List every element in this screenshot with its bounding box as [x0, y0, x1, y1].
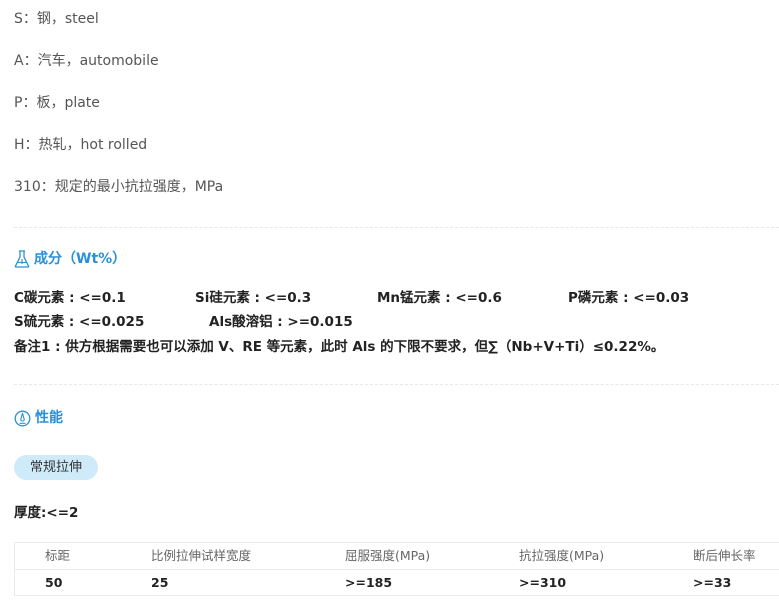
- abbr-plate: P：板，plate: [14, 95, 100, 111]
- composition-title: 成分（Wt%）: [34, 251, 127, 267]
- composition-heading: 成分（Wt%）: [14, 249, 126, 269]
- abbr-tensile-strength: 310：规定的最小抗拉强度，MPa: [14, 179, 224, 195]
- element-acid-soluble-aluminum: Als酸溶铝 : >=0.015: [209, 314, 353, 330]
- composition-note: 备注1 : 供方根据需要也可以添加 V、RE 等元素，此时 Als 的下限不要求…: [14, 339, 665, 355]
- table-row: 50 25 >=185 >=310 >=33: [15, 570, 779, 596]
- divider: [14, 227, 779, 228]
- element-phosphorus: P磷元素 : <=0.03: [568, 290, 690, 306]
- column-header: 屈服强度(MPa): [345, 548, 431, 563]
- element-manganese: Mn锰元素 : <=0.6: [377, 290, 502, 306]
- column-header: 抗拉强度(MPa): [519, 548, 605, 563]
- element-sulfur: S硫元素 : <=0.025: [14, 314, 145, 330]
- tab-tensile-test[interactable]: 常规拉伸: [14, 455, 98, 480]
- column-header: 标距: [45, 548, 71, 563]
- gauge-icon: [14, 410, 31, 426]
- thickness-label: 厚度:<=2: [14, 505, 79, 521]
- tensile-table: 标距 比例拉伸试样宽度 屈服强度(MPa) 抗拉强度(MPa) 断后伸长率 50…: [14, 542, 779, 596]
- element-silicon: Si硅元素 : <=0.3: [195, 290, 312, 306]
- table-cell: >=185: [345, 575, 393, 590]
- table-cell: >=310: [519, 575, 567, 590]
- abbr-hot-rolled: H：热轧，hot rolled: [14, 137, 148, 153]
- column-header: 断后伸长率: [693, 548, 756, 563]
- abbr-steel: S：钢，steel: [14, 11, 99, 27]
- table-cell: 50: [45, 575, 63, 590]
- column-header: 比例拉伸试样宽度: [151, 548, 252, 563]
- abbr-automobile: A：汽车，automobile: [14, 53, 159, 69]
- table-header-row: 标距 比例拉伸试样宽度 屈服强度(MPa) 抗拉强度(MPa) 断后伸长率: [15, 543, 779, 570]
- performance-heading: 性能: [14, 408, 63, 428]
- table-cell: 25: [151, 575, 169, 590]
- table-cell: >=33: [693, 575, 732, 590]
- divider: [14, 384, 779, 385]
- element-carbon: C碳元素 : <=0.1: [14, 290, 126, 306]
- performance-title: 性能: [35, 410, 63, 426]
- flask-icon: [14, 250, 30, 268]
